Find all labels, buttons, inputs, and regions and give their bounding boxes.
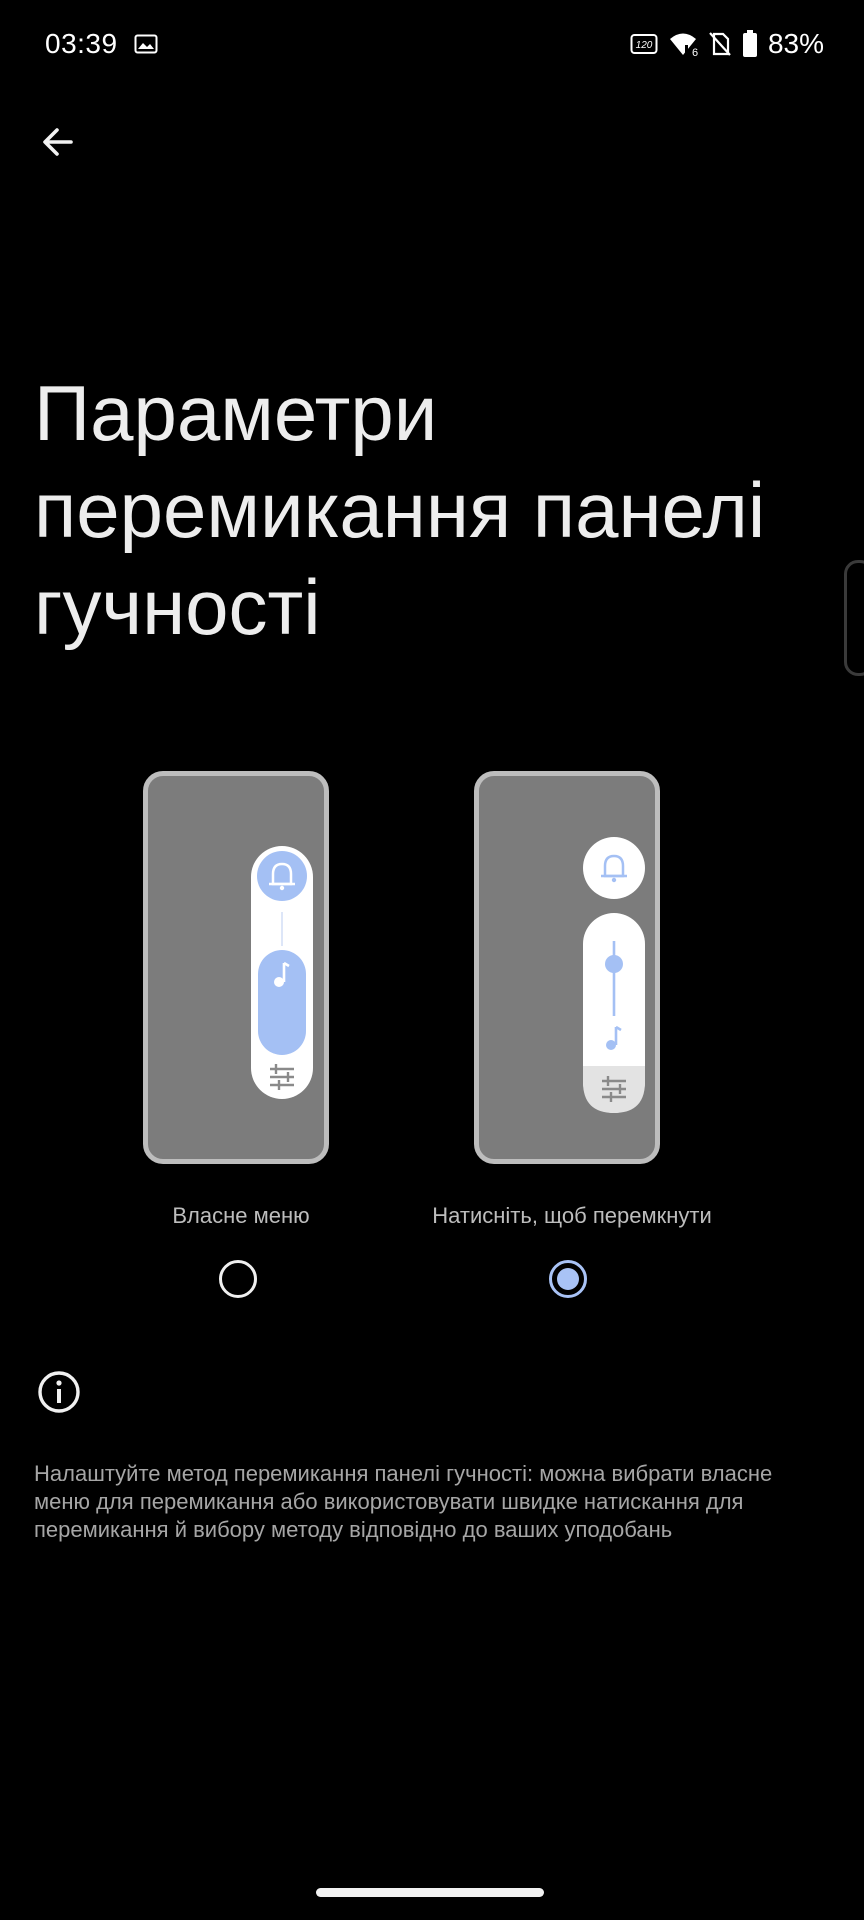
back-button[interactable]: [34, 118, 82, 166]
info-icon: [38, 1371, 80, 1413]
custom-menu-illustration[interactable]: [143, 771, 329, 1164]
image-icon: [134, 34, 158, 54]
svg-text:6: 6: [692, 47, 698, 57]
radio-selected-dot: [557, 1268, 579, 1290]
battery-icon: [742, 30, 757, 57]
volume-panel-custom: [251, 846, 313, 1099]
description-text: Налаштуйте метод перемикання панелі гучн…: [34, 1461, 773, 1542]
status-icons: 120 6 83%: [630, 28, 824, 60]
edge-panel-handle[interactable]: [844, 560, 864, 676]
arrow-left-icon: [43, 128, 73, 156]
tap-to-switch-illustration[interactable]: [474, 771, 660, 1164]
status-time: 03:39: [45, 28, 118, 59]
volume-panel-tap: [583, 837, 645, 1113]
page-title: Параметри перемикання панелі гучності: [34, 369, 766, 651]
refresh-rate-icon: 120: [630, 34, 658, 54]
no-sim-icon: [709, 32, 731, 56]
battery-percent: 83%: [767, 28, 824, 59]
svg-text:120: 120: [636, 40, 653, 51]
option-label-custom-menu: Власне меню: [172, 1203, 310, 1228]
wifi-icon: 6: [669, 33, 698, 57]
radio-tap-to-switch[interactable]: [549, 1260, 587, 1298]
home-indicator[interactable]: [316, 1888, 544, 1897]
option-label-tap-to-switch: Натисніть, щоб перемкнути: [432, 1203, 712, 1228]
radio-custom-menu[interactable]: [219, 1260, 257, 1298]
